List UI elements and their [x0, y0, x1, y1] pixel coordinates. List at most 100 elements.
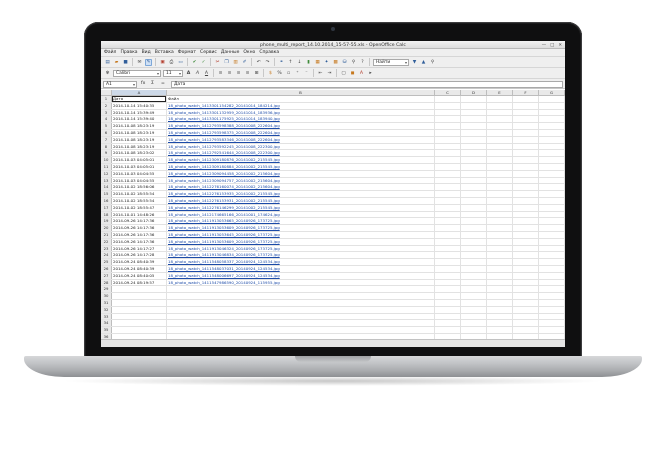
cell-date[interactable]: 2014-10-03 04:04:55 [112, 170, 167, 177]
row-header[interactable]: 8 [101, 143, 112, 150]
cell-empty[interactable] [539, 272, 565, 279]
cell-empty[interactable] [435, 129, 461, 136]
cell-empty[interactable] [513, 191, 539, 197]
cell-date[interactable]: 2014-10-02 18:56:06 [112, 184, 167, 191]
row-header[interactable]: 32 [101, 306, 112, 313]
cell-empty[interactable] [513, 96, 539, 102]
cell-empty[interactable] [513, 259, 539, 265]
menu-format[interactable]: Формат [178, 50, 196, 55]
export-pdf-icon[interactable]: ▣ [159, 59, 166, 66]
cell-empty[interactable] [435, 143, 461, 150]
cell-file[interactable] [167, 299, 435, 306]
row-header[interactable]: 6 [101, 129, 112, 136]
cell-file[interactable]: 18_photo_watch_1413301154282_20141014_18… [167, 102, 435, 109]
help-icon[interactable]: ? [359, 59, 366, 66]
cell-empty[interactable] [435, 191, 461, 197]
cell-date[interactable] [112, 299, 167, 306]
cell-empty[interactable] [487, 191, 513, 197]
row-header[interactable]: 4 [101, 116, 112, 123]
row-header[interactable]: 28 [101, 279, 112, 286]
row-header[interactable]: 9 [101, 150, 112, 157]
cell-empty[interactable] [435, 327, 461, 333]
font-color-icon[interactable]: A [358, 70, 365, 77]
cell-file[interactable] [167, 320, 435, 327]
cell-empty[interactable] [461, 129, 487, 136]
font-name-select[interactable]: Calibri [113, 69, 161, 77]
cell-date[interactable]: 2014-10-08 18:23:19 [112, 129, 167, 136]
row-header[interactable]: 10 [101, 157, 112, 163]
cell-empty[interactable] [539, 177, 565, 184]
cell-date[interactable] [112, 293, 167, 299]
cell-empty[interactable] [513, 204, 539, 211]
cell-empty[interactable] [539, 204, 565, 211]
cell-empty[interactable] [487, 327, 513, 333]
cell-empty[interactable] [461, 299, 487, 306]
cell-date[interactable]: 2014-09-26 14:17:27 [112, 245, 167, 252]
cell-empty[interactable] [435, 96, 461, 102]
find-next-icon[interactable]: ▼ [411, 59, 418, 66]
cell-empty[interactable] [435, 265, 461, 272]
cell-date[interactable] [112, 327, 167, 333]
cell-empty[interactable] [461, 163, 487, 170]
row-header[interactable]: 7 [101, 136, 112, 143]
minimize-button[interactable]: — [542, 43, 546, 48]
cell-empty[interactable] [539, 123, 565, 129]
zoom-icon[interactable]: ⚲ [350, 59, 357, 66]
cell-empty[interactable] [539, 245, 565, 252]
cell-date[interactable]: 2014-10-08 18:23:19 [112, 136, 167, 143]
cell-empty[interactable] [487, 279, 513, 286]
cell-date[interactable]: 2014-10-08 18:23:19 [112, 123, 167, 129]
cell-file[interactable]: 18_photo_watch_1412793592245_20141008_22… [167, 143, 435, 150]
cell-file[interactable]: 18_photo_watch_1412792541644_20141008_22… [167, 150, 435, 157]
cell-date[interactable]: 2014-09-26 14:17:36 [112, 218, 167, 225]
cell-empty[interactable] [461, 259, 487, 265]
cell-empty[interactable] [435, 102, 461, 109]
percent-icon[interactable]: % [276, 70, 283, 77]
cell-date[interactable]: Дата [112, 96, 167, 102]
paste-icon[interactable]: ▥ [232, 59, 239, 66]
data-sources-icon[interactable]: ⛁ [341, 59, 348, 66]
currency-icon[interactable]: $ [267, 70, 274, 77]
cell-file[interactable]: 18_photo_watch_1413301175925_20141014_18… [167, 116, 435, 123]
cell-empty[interactable] [487, 245, 513, 252]
cell-date[interactable]: 2014-10-14 15:39:49 [112, 109, 167, 116]
row-header[interactable]: 16 [101, 197, 112, 204]
cell-file[interactable]: 18_photo_watch_1412309094458_20141002_21… [167, 170, 435, 177]
row-header[interactable]: 30 [101, 293, 112, 299]
cell-empty[interactable] [461, 197, 487, 204]
cell-empty[interactable] [487, 272, 513, 279]
column-header-e[interactable]: E [487, 90, 513, 95]
cell-empty[interactable] [487, 265, 513, 272]
cell-empty[interactable] [435, 286, 461, 293]
cell-empty[interactable] [539, 163, 565, 170]
sort-descending-icon[interactable]: ↓ [296, 59, 303, 66]
cell-empty[interactable] [513, 218, 539, 225]
cell-empty[interactable] [539, 150, 565, 157]
cell-empty[interactable] [513, 225, 539, 231]
cell-empty[interactable] [513, 327, 539, 333]
cell-empty[interactable] [487, 306, 513, 313]
menu-view[interactable]: Вид [142, 50, 151, 55]
cell-empty[interactable] [513, 129, 539, 136]
cell-empty[interactable] [461, 252, 487, 259]
toolbar-options-icon[interactable]: ▸ [367, 70, 374, 77]
merge-cells-icon[interactable]: ⊞ [253, 70, 260, 77]
chart-icon[interactable]: ▮ [305, 59, 312, 66]
menu-data[interactable]: Данные [221, 50, 239, 55]
cell-date[interactable] [112, 286, 167, 293]
cell-empty[interactable] [461, 245, 487, 252]
select-all-corner[interactable] [101, 90, 112, 95]
cell-empty[interactable] [513, 157, 539, 163]
menu-edit[interactable]: Правка [120, 50, 137, 55]
row-header[interactable]: 20 [101, 225, 112, 231]
cell-empty[interactable] [487, 320, 513, 327]
cell-empty[interactable] [435, 231, 461, 238]
cell-empty[interactable] [487, 252, 513, 259]
cell-empty[interactable] [539, 129, 565, 136]
cell-empty[interactable] [435, 116, 461, 123]
cell-empty[interactable] [487, 259, 513, 265]
cell-empty[interactable] [539, 299, 565, 306]
cell-empty[interactable] [435, 245, 461, 252]
cell-empty[interactable] [513, 231, 539, 238]
cell-empty[interactable] [513, 245, 539, 252]
